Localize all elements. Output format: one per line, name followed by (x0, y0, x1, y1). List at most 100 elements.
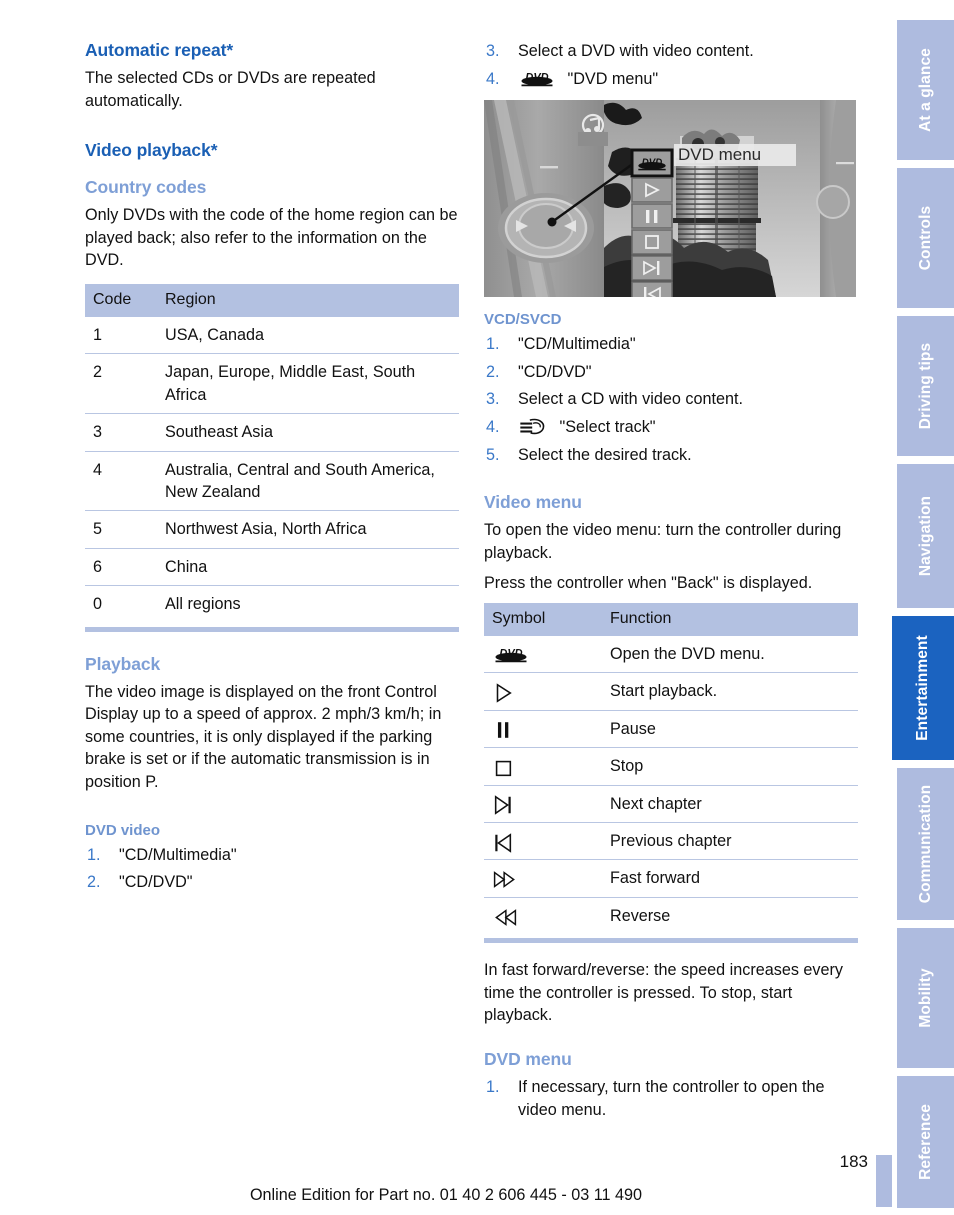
cell-region: Australia, Central and South America, Ne… (157, 451, 459, 512)
video-menu-symbol-table: Symbol Function Open the DVD menu. Start… (484, 602, 858, 934)
cell-code: 5 (85, 510, 157, 549)
step-text: "CD/Multimedia" (119, 845, 237, 864)
step-number: 5. (486, 445, 500, 464)
table-row: Pause (484, 710, 858, 749)
manual-page: Automatic repeat* The selected CDs or DV… (0, 0, 954, 1215)
sidebar-tab-controls[interactable]: Controls (897, 168, 954, 308)
dvd-menu-step-list: 1. If necessary, turn the controller to … (484, 1076, 858, 1121)
step-number: 1. (486, 335, 500, 354)
sidebar-tab-navigation[interactable]: Navigation (897, 464, 954, 608)
sidebar-tab-label: Entertainment (914, 635, 931, 741)
step-number: 4. (486, 69, 500, 88)
table-header-row: Symbol Function (484, 602, 858, 636)
video-menu-strip (630, 148, 674, 298)
dvd-video-step-list-continued: 3. Select a DVD with video content. 4. "… (484, 40, 858, 90)
cell-region: China (157, 548, 459, 587)
table-row: Open the DVD menu. (484, 635, 858, 674)
sidebar-tab-entertainment[interactable]: Entertainment (892, 616, 954, 760)
cell-region: Northwest Asia, North Africa (157, 510, 459, 549)
heading-video-playback: Video playback* (85, 140, 218, 161)
cell-symbol (484, 710, 602, 749)
paragraph-country-codes: Only DVDs with the code of the home regi… (85, 206, 458, 270)
cell-region: Japan, Europe, Middle East, South Africa (157, 353, 459, 415)
cell-function: Next chapter (602, 785, 858, 823)
page-number: 183 (839, 1152, 868, 1171)
table-row: Next chapter (484, 785, 858, 823)
heading-dvd-menu: DVD menu (484, 1048, 572, 1069)
step-text: "CD/Multimedia" (518, 335, 636, 354)
step-number: 3. (486, 390, 500, 409)
cell-symbol (484, 785, 602, 823)
cell-function: Reverse (610, 906, 671, 925)
table-row: Start playback. (484, 672, 858, 711)
column-header-region: Region (157, 283, 459, 317)
figure-caption-label: DVD menu (678, 145, 762, 165)
sidebar-tab-mobility[interactable]: Mobility (897, 928, 954, 1068)
cell-function: Stop (602, 747, 858, 786)
country-codes-table: Code Region 1 USA, Canada 2 Japan, Europ… (85, 283, 459, 623)
fast-forward-icon (492, 869, 518, 889)
step-text: Select a CD with video content. (518, 390, 743, 409)
cell-code: 2 (85, 353, 157, 415)
heading-playback: Playback (85, 653, 161, 674)
paragraph-automatic-repeat: The selected CDs or DVDs are repeated au… (85, 69, 376, 110)
next-chapter-icon (492, 794, 518, 814)
cell-symbol (484, 672, 602, 711)
step-text: If necessary, turn the controller to ope… (518, 1077, 825, 1119)
dvd-logo-icon (638, 157, 665, 170)
chapter-tab-sidebar: At a glance Controls Driving tips Naviga… (892, 0, 954, 1215)
table-row: Fast forward (484, 859, 858, 898)
cell-symbol (484, 822, 602, 861)
cell-code: 4 (85, 451, 157, 512)
step-text: "Select track" (559, 417, 656, 436)
sidebar-tab-label: Controls (916, 205, 934, 271)
edition-note: Online Edition for Part no. 01 40 2 606 … (249, 1186, 643, 1204)
sidebar-tab-label: Navigation (916, 495, 934, 577)
sidebar-tab-driving-tips[interactable]: Driving tips (897, 316, 954, 456)
cell-symbol (484, 747, 602, 786)
previous-chapter-icon (492, 832, 518, 852)
list-item: 2. "CD/DVD" (85, 871, 459, 894)
control-display-figure: DVD menu (484, 100, 856, 298)
table-row: 6 China (85, 548, 459, 587)
list-item: 4. "Select track" (484, 416, 858, 439)
list-item: 2. "CD/DVD" (484, 361, 858, 384)
dvd-logo-icon (518, 70, 556, 87)
paragraph-fast-forward-note: In fast forward/reverse: the speed incre… (484, 961, 843, 1025)
play-icon (492, 682, 518, 702)
step-number: 2. (87, 873, 101, 892)
table-row: Stop (484, 747, 858, 786)
cell-function: Previous chapter (602, 822, 858, 861)
heading-video-menu: Video menu (484, 492, 582, 513)
right-column: 3. Select a DVD with video content. 4. "… (484, 40, 858, 1131)
heading-vcd-svcd: VCD/SVCD (484, 311, 562, 329)
stop-icon (492, 757, 518, 777)
reverse-icon (492, 907, 518, 927)
paragraph-video-menu-2: Press the controller when "Back" is disp… (484, 574, 813, 593)
heading-country-codes: Country codes (85, 177, 207, 198)
table-row: 1 USA, Canada (85, 316, 459, 355)
sidebar-tab-reference[interactable]: Reference (897, 1076, 954, 1208)
sidebar-tab-communication[interactable]: Communication (897, 768, 954, 920)
step-text: Select the desired track. (518, 445, 692, 464)
pause-icon (492, 719, 518, 739)
step-number: 2. (486, 362, 500, 381)
cell-region: USA, Canada (157, 316, 459, 355)
step-number: 1. (87, 845, 101, 864)
sidebar-tab-at-a-glance[interactable]: At a glance (897, 20, 954, 160)
table-row: 4 Australia, Central and South America, … (85, 451, 459, 512)
cell-function: Pause (602, 710, 858, 749)
sidebar-tab-label: Driving tips (916, 342, 934, 430)
sidebar-tab-label: Mobility (916, 968, 934, 1028)
sidebar-tab-label: Reference (916, 1104, 934, 1180)
cell-symbol (484, 897, 602, 934)
cell-code: 1 (85, 316, 157, 355)
dvd-logo-icon (492, 646, 530, 663)
column-header-function: Function (602, 602, 858, 636)
step-text: Select a DVD with video content. (518, 42, 754, 60)
